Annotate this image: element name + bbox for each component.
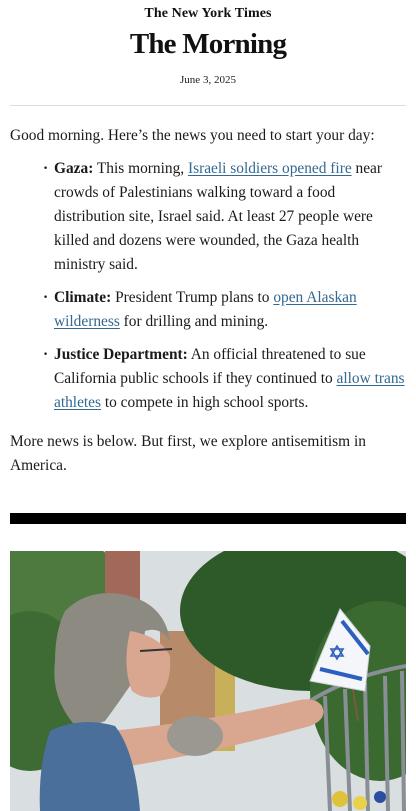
bullet-label: Justice Department: — [54, 346, 188, 363]
bullet-text: to compete in high school sports. — [101, 394, 309, 411]
section-divider — [10, 513, 406, 524]
bullet-dot: · — [43, 346, 49, 363]
newsletter-title[interactable]: The Morning — [0, 26, 416, 62]
news-bullets: · Gaza: This morning, Israeli soldiers o… — [10, 157, 406, 415]
bullet-text: for drilling and mining. — [119, 313, 269, 330]
list-item: · Gaza: This morning, Israeli soldiers o… — [43, 157, 406, 277]
nyt-logo[interactable]: The New York Times — [0, 0, 416, 22]
bullet-label: Climate: — [54, 289, 112, 306]
header-divider — [10, 105, 406, 106]
list-item: · Justice Department: An official threat… — [43, 343, 406, 415]
newsletter-body: Good morning. Here’s the news you need t… — [0, 124, 416, 478]
bullet-label: Gaza: — [54, 160, 94, 177]
list-item: · Climate: President Trump plans to open… — [43, 286, 406, 334]
photo-illustration — [10, 551, 406, 811]
newsletter-header: The New York Times The Morning June 3, 2… — [0, 0, 416, 88]
article-link[interactable]: Israeli soldiers opened fire — [188, 160, 352, 177]
bullet-dot: · — [43, 160, 49, 177]
lead-photo[interactable] — [10, 551, 406, 811]
bullet-text: President Trump plans to — [111, 289, 274, 306]
bullet-dot: · — [43, 289, 49, 306]
outro-text: More news is below. But first, we explor… — [10, 433, 366, 474]
issue-date: June 3, 2025 — [180, 74, 236, 86]
bullet-text: This morning, — [93, 160, 188, 177]
intro-text: Good morning. Here’s the news you need t… — [10, 127, 375, 144]
